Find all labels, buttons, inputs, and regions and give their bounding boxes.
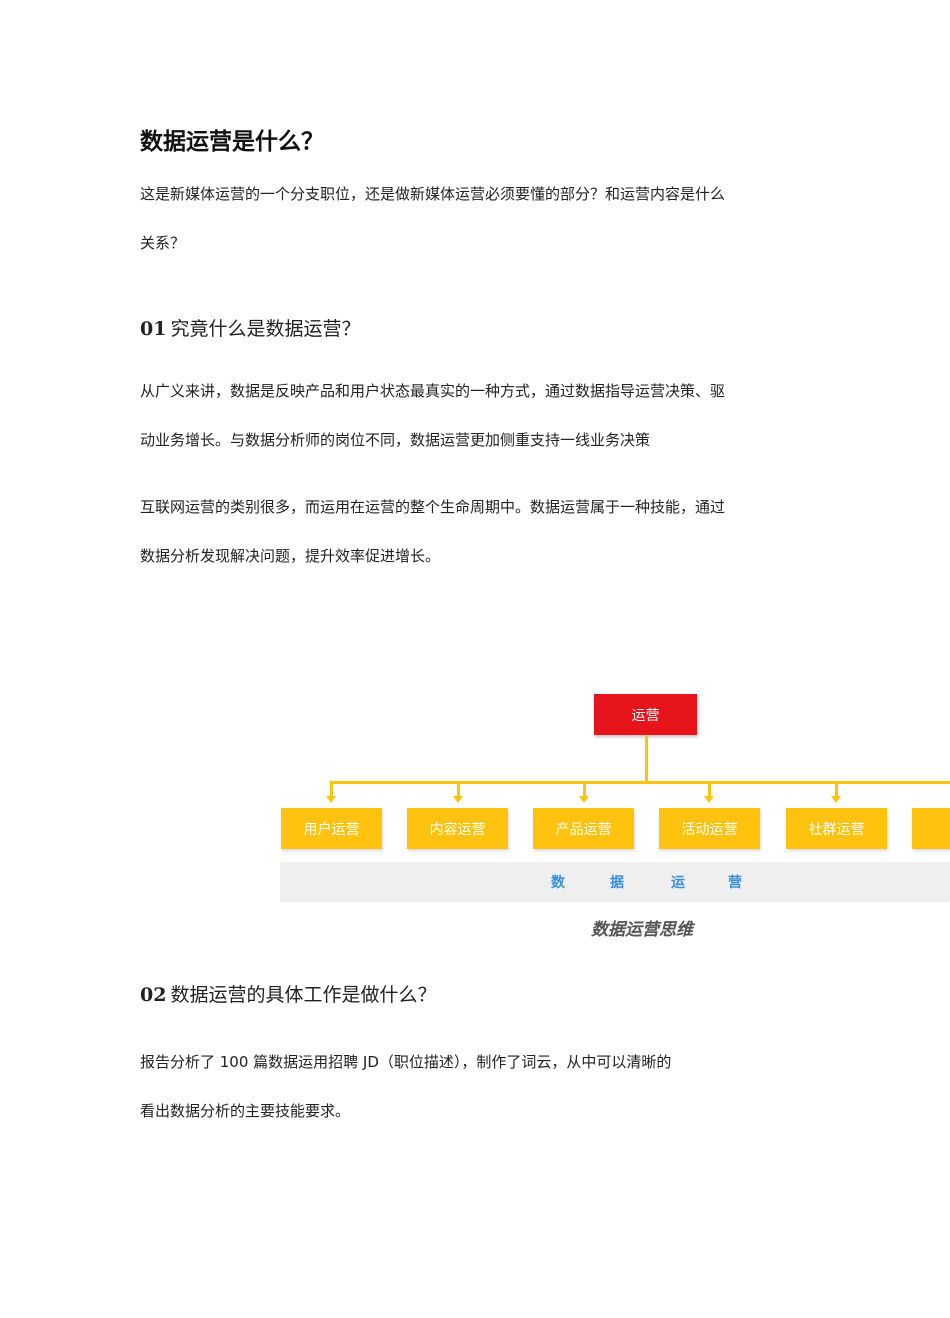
section-2-title: 数据运营的具体工作是做什么？ (170, 984, 437, 1006)
diagram-child-activity-ops: 活动运营 (659, 808, 760, 849)
diagram-child-content-ops: 内容运营 (407, 808, 508, 849)
section-1-paragraph-2: 互联网运营的类别很多，而运用在运营的整个生命周期中。数据运营属于一种技能，通过 … (140, 483, 820, 581)
section-2-line-2: 看出数据分析的主要技能要求。 (140, 1102, 351, 1120)
section-2-line-1: 报告分析了 100 篇数据运用招聘 JD（职位描述），制作了词云，从中可以清晰的 (140, 1053, 672, 1071)
diagram-child-user-ops: 用户运营 (281, 808, 382, 849)
diagram-arrow-1 (326, 796, 336, 803)
section-2-heading: 02 数据运营的具体工作是做什么？ (140, 980, 436, 1010)
section-1-number: 01 (140, 318, 167, 340)
diagram-branch-line (330, 781, 950, 784)
diagram-root-connector (645, 735, 648, 782)
diagram-caption: 数据运营思维 (591, 920, 693, 940)
diagram-base-char-1: 数 (551, 875, 565, 891)
intro-line-2: 关系？ (140, 234, 186, 252)
section-2-number: 02 (140, 984, 167, 1006)
section-1-p1-line-2: 动业务增长。与数据分析师的岗位不同，数据运营更加侧重支持一线业务决策 (140, 431, 651, 449)
intro-paragraph: 这是新媒体运营的一个分支职位，还是做新媒体运营必须要懂的部分？和运营内容是什么 … (140, 170, 820, 268)
section-1-p2-line-1: 互联网运营的类别很多，而运用在运营的整个生命周期中。数据运营属于一种技能，通过 (140, 498, 726, 516)
diagram-child-product-ops: 产品运营 (533, 808, 634, 849)
diagram-base-char-2: 据 (610, 875, 624, 891)
section-1-title: 究竟什么是数据运营？ (170, 318, 361, 340)
diagram-base-char-3: 运 (671, 875, 685, 891)
intro-line-1: 这是新媒体运营的一个分支职位，还是做新媒体运营必须要懂的部分？和运营内容是什么 (140, 185, 726, 203)
org-diagram: 运营 用户运营 内容运营 产品运营 活动运营 社群运营 数 据 运 营 数据运营… (278, 690, 950, 950)
section-2-paragraph: 报告分析了 100 篇数据运用招聘 JD（职位描述），制作了词云，从中可以清晰的… (140, 1038, 820, 1136)
page-title: 数据运营是什么？ (140, 129, 324, 155)
diagram-base-char-4: 营 (728, 875, 742, 891)
section-1-p1-line-1: 从广义来讲，数据是反映产品和用户状态最真实的一种方式，通过数据指导运营决策、驱 (140, 382, 726, 400)
diagram-child-community-ops: 社群运营 (786, 808, 887, 849)
section-1-p2-line-2: 数据分析发现解决问题，提升效率促进增长。 (140, 547, 441, 565)
section-1-paragraph-1: 从广义来讲，数据是反映产品和用户状态最真实的一种方式，通过数据指导运营决策、驱 … (140, 367, 820, 465)
diagram-arrow-4 (704, 796, 714, 803)
diagram-arrow-5 (831, 796, 841, 803)
diagram-arrow-2 (453, 796, 463, 803)
section-1-heading: 01 究竟什么是数据运营？ (140, 314, 360, 344)
diagram-arrow-3 (579, 796, 589, 803)
diagram-child-cut-off (912, 808, 950, 849)
diagram-root-node: 运营 (594, 694, 697, 735)
